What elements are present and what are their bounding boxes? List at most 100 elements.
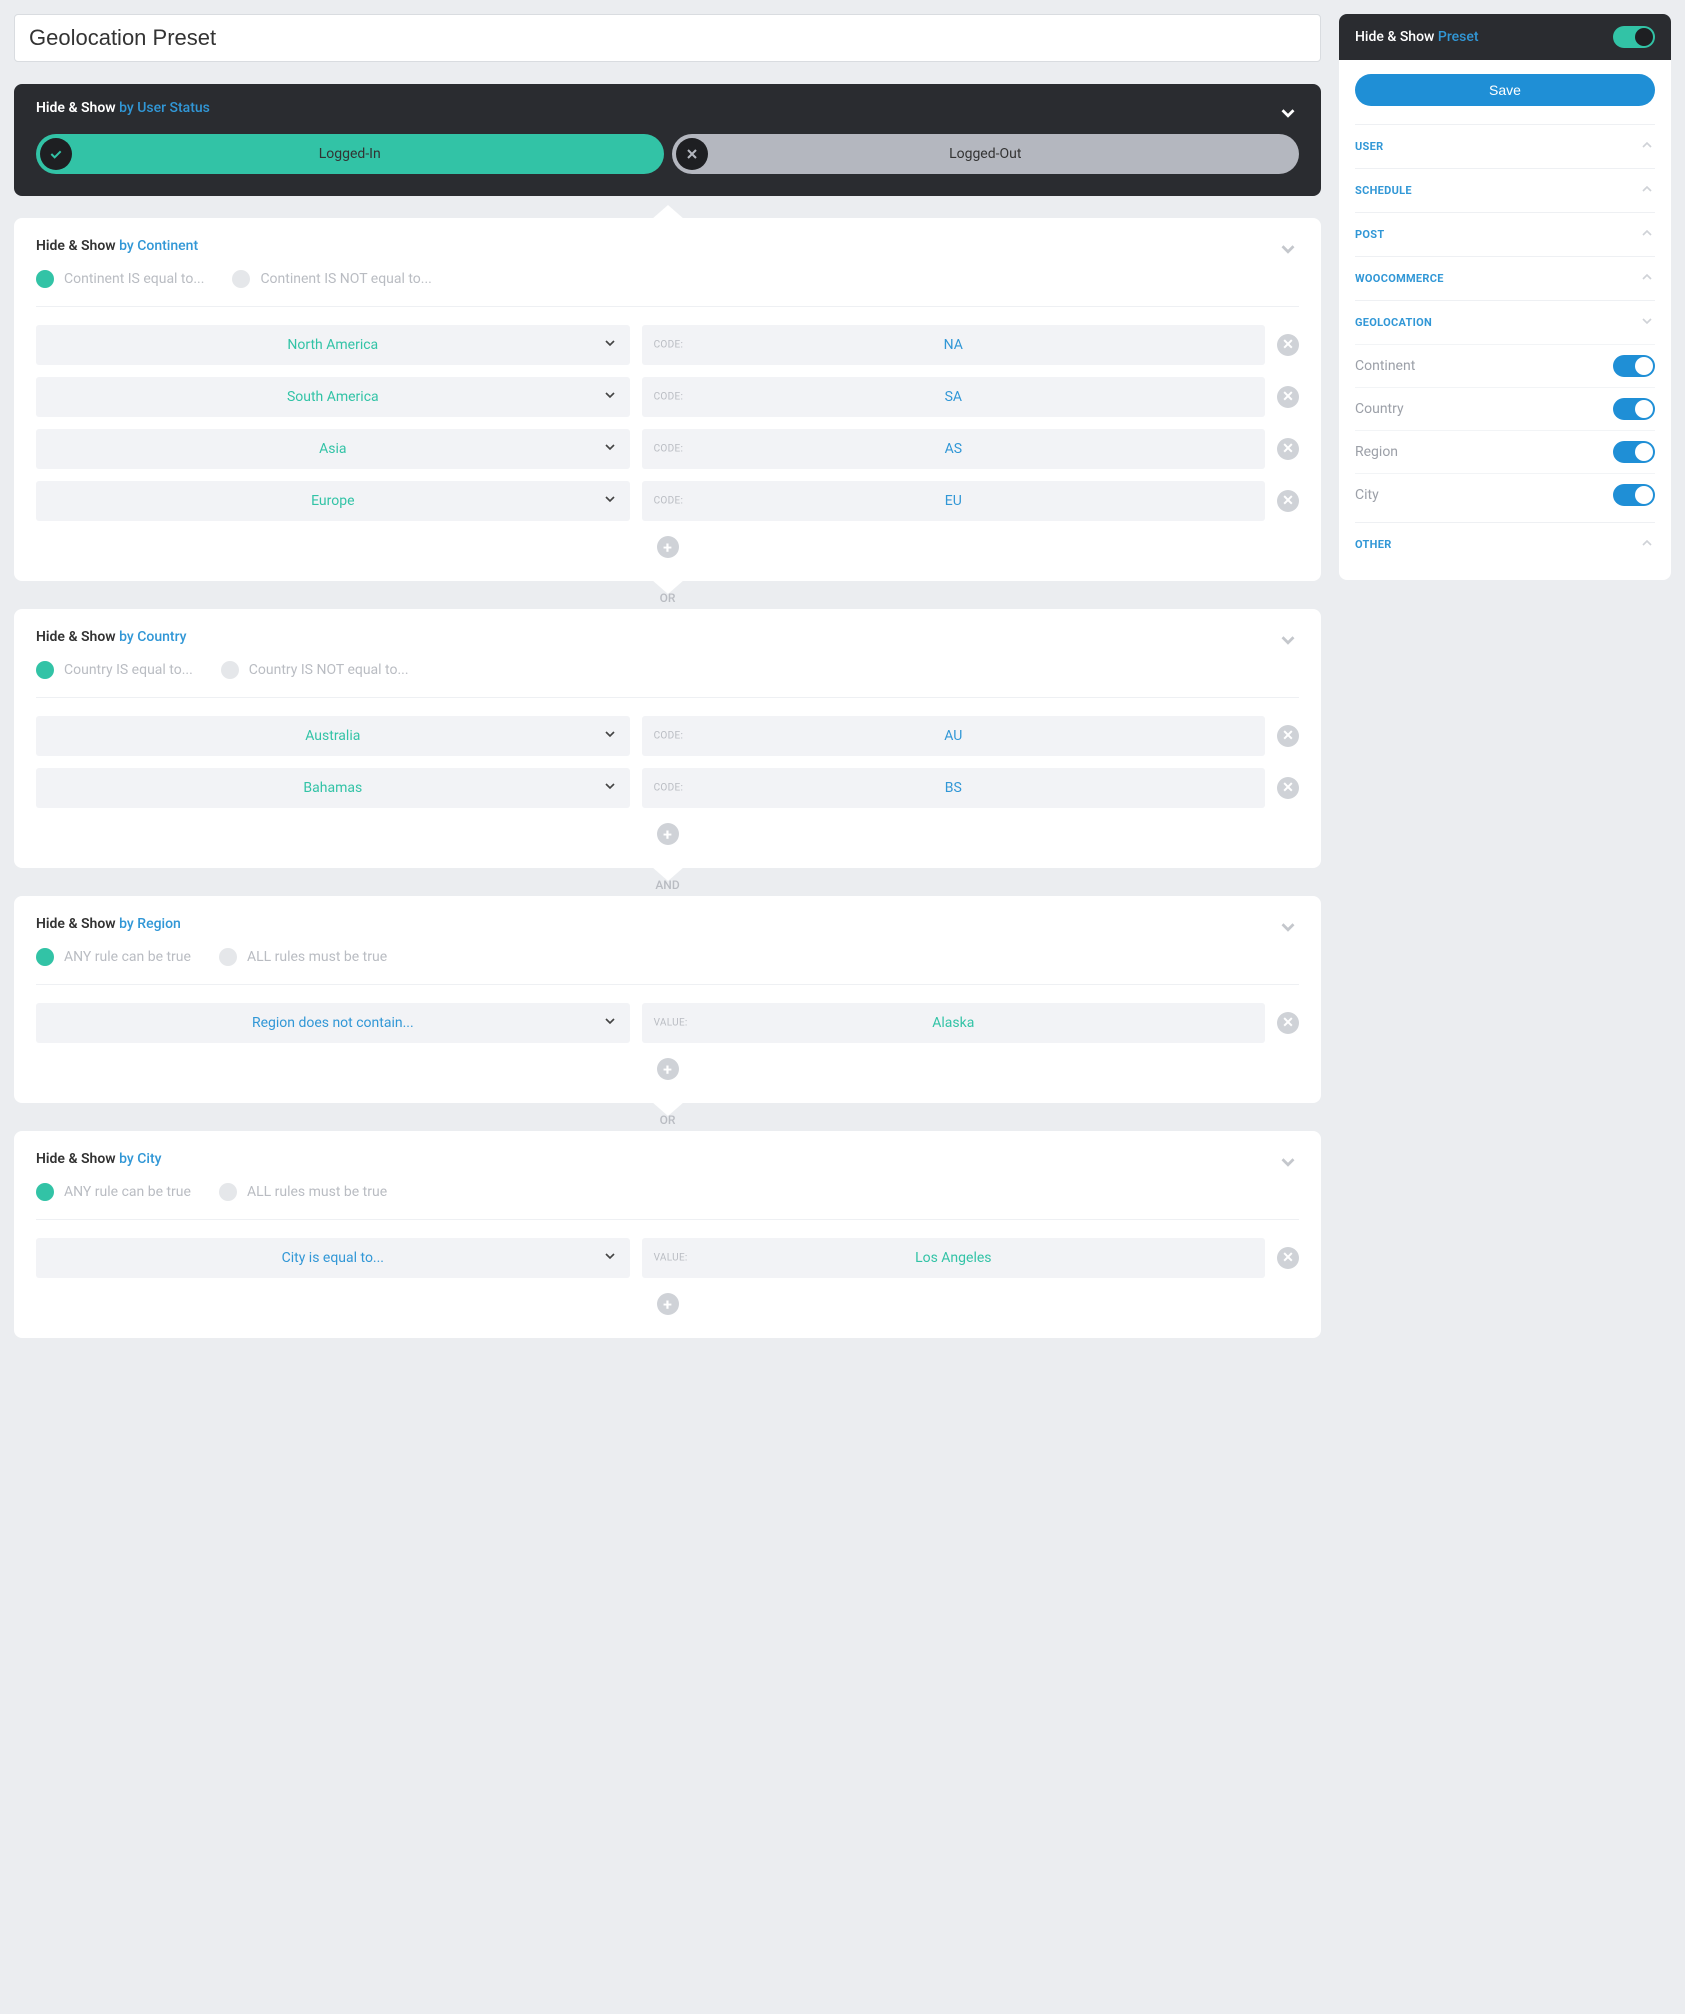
close-icon: ✕ <box>1282 493 1294 509</box>
country-is-not-radio[interactable]: Country IS NOT equal to... <box>221 661 409 679</box>
continent-select[interactable]: North America <box>36 325 630 365</box>
code-field[interactable]: CODE: NA <box>642 325 1265 365</box>
any-rule-radio[interactable]: ANY rule can be true <box>36 1183 191 1201</box>
code-label: CODE: <box>654 783 684 794</box>
region-toggle[interactable] <box>1613 441 1655 463</box>
radio-label: Country IS equal to... <box>64 662 193 678</box>
chevron-down-icon[interactable] <box>1277 238 1299 264</box>
rule-row: Australia CODE: AU ✕ <box>36 716 1299 756</box>
code-field[interactable]: CODE: SA <box>642 377 1265 417</box>
section-woocommerce[interactable]: WOOCOMMERCE <box>1355 256 1655 300</box>
value-label: VALUE: <box>654 1018 688 1029</box>
plus-icon: + <box>663 538 672 557</box>
rule-row: City is equal to... VALUE: Los Angeles ✕ <box>36 1238 1299 1278</box>
continent-select[interactable]: Asia <box>36 429 630 469</box>
country-is-radio[interactable]: Country IS equal to... <box>36 661 193 679</box>
section-schedule[interactable]: SCHEDULE <box>1355 168 1655 212</box>
code-field[interactable]: CODE: AU <box>642 716 1265 756</box>
section-label: USER <box>1355 140 1383 153</box>
remove-row-button[interactable]: ✕ <box>1277 386 1299 408</box>
chevron-down-icon[interactable] <box>1277 1151 1299 1177</box>
connector-label: OR <box>660 1113 676 1127</box>
sub-item-label: Country <box>1355 401 1404 417</box>
logged-out-toggle[interactable]: Logged-Out <box>672 134 1300 174</box>
continent-is-not-radio[interactable]: Continent IS NOT equal to... <box>232 270 431 288</box>
close-icon: ✕ <box>1282 1015 1294 1031</box>
country-toggle[interactable] <box>1613 398 1655 420</box>
code-label: CODE: <box>654 496 684 507</box>
remove-row-button[interactable]: ✕ <box>1277 334 1299 356</box>
section-label: SCHEDULE <box>1355 184 1412 197</box>
card-connector: OR <box>14 581 1321 609</box>
title-accent: by Country <box>119 629 186 645</box>
title-accent: by City <box>119 1151 161 1167</box>
chevron-down-icon[interactable] <box>1277 916 1299 942</box>
chevron-down-icon[interactable] <box>1277 629 1299 655</box>
radio-dot-icon <box>221 661 239 679</box>
region-operator-select[interactable]: Region does not contain... <box>36 1003 630 1043</box>
add-row-button[interactable]: + <box>657 823 679 845</box>
all-rules-radio[interactable]: ALL rules must be true <box>219 1183 387 1201</box>
check-icon <box>40 138 72 170</box>
continent-select[interactable]: South America <box>36 377 630 417</box>
country-select[interactable]: Bahamas <box>36 768 630 808</box>
logged-in-toggle[interactable]: Logged-In <box>36 134 664 174</box>
remove-row-button[interactable]: ✕ <box>1277 1012 1299 1034</box>
continent-select[interactable]: Europe <box>36 481 630 521</box>
radio-label: Country IS NOT equal to... <box>249 662 409 678</box>
radio-dot-icon <box>219 1183 237 1201</box>
save-button[interactable]: Save <box>1355 74 1655 106</box>
sidebar-header: Hide & Show Preset <box>1339 14 1671 60</box>
select-value: Australia <box>305 728 360 744</box>
chevron-down-icon <box>602 387 618 407</box>
title-prefix: Hide & Show <box>36 1151 116 1167</box>
city-toggle[interactable] <box>1613 484 1655 506</box>
chevron-down-icon[interactable] <box>1277 102 1299 128</box>
add-row-button[interactable]: + <box>657 1058 679 1080</box>
section-post[interactable]: POST <box>1355 212 1655 256</box>
city-card: Hide & Show by City ANY rule can be true… <box>14 1131 1321 1338</box>
add-row-button[interactable]: + <box>657 1293 679 1315</box>
all-rules-radio[interactable]: ALL rules must be true <box>219 948 387 966</box>
code-value: EU <box>642 493 1265 509</box>
radio-label: ANY rule can be true <box>64 1184 191 1200</box>
continent-is-radio[interactable]: Continent IS equal to... <box>36 270 204 288</box>
radio-label: ALL rules must be true <box>247 949 387 965</box>
continent-toggle[interactable] <box>1613 355 1655 377</box>
user-status-panel: Hide & Show by User Status Logged-In L <box>14 84 1321 196</box>
value-field[interactable]: VALUE: Los Angeles <box>642 1238 1265 1278</box>
section-user[interactable]: USER <box>1355 124 1655 168</box>
any-rule-radio[interactable]: ANY rule can be true <box>36 948 191 966</box>
geo-item-continent: Continent <box>1355 344 1655 387</box>
code-field[interactable]: CODE: AS <box>642 429 1265 469</box>
radio-label: Continent IS equal to... <box>64 271 204 287</box>
add-row-button[interactable]: + <box>657 536 679 558</box>
rule-row: North America CODE: NA ✕ <box>36 325 1299 365</box>
code-field[interactable]: CODE: BS <box>642 768 1265 808</box>
code-field[interactable]: CODE: EU <box>642 481 1265 521</box>
radio-dot-icon <box>36 661 54 679</box>
radio-label: ANY rule can be true <box>64 949 191 965</box>
section-other[interactable]: OTHER <box>1355 522 1655 566</box>
value-field[interactable]: VALUE: Alaska <box>642 1003 1265 1043</box>
section-label: GEOLOCATION <box>1355 316 1432 329</box>
remove-row-button[interactable]: ✕ <box>1277 490 1299 512</box>
city-operator-select[interactable]: City is equal to... <box>36 1238 630 1278</box>
select-value: City is equal to... <box>282 1250 384 1266</box>
remove-row-button[interactable]: ✕ <box>1277 1247 1299 1269</box>
preset-enable-toggle[interactable] <box>1613 26 1655 48</box>
remove-row-button[interactable]: ✕ <box>1277 725 1299 747</box>
code-value: NA <box>642 337 1265 353</box>
geo-item-country: Country <box>1355 387 1655 430</box>
chevron-down-icon <box>1639 313 1655 332</box>
remove-row-button[interactable]: ✕ <box>1277 438 1299 460</box>
chevron-down-icon <box>602 1013 618 1033</box>
rule-row: Europe CODE: EU ✕ <box>36 481 1299 521</box>
sub-item-label: City <box>1355 487 1379 503</box>
sub-item-label: Continent <box>1355 358 1415 374</box>
preset-title-input[interactable] <box>14 14 1321 62</box>
value-label: VALUE: <box>654 1253 688 1264</box>
section-geolocation[interactable]: GEOLOCATION <box>1355 300 1655 344</box>
country-select[interactable]: Australia <box>36 716 630 756</box>
remove-row-button[interactable]: ✕ <box>1277 777 1299 799</box>
